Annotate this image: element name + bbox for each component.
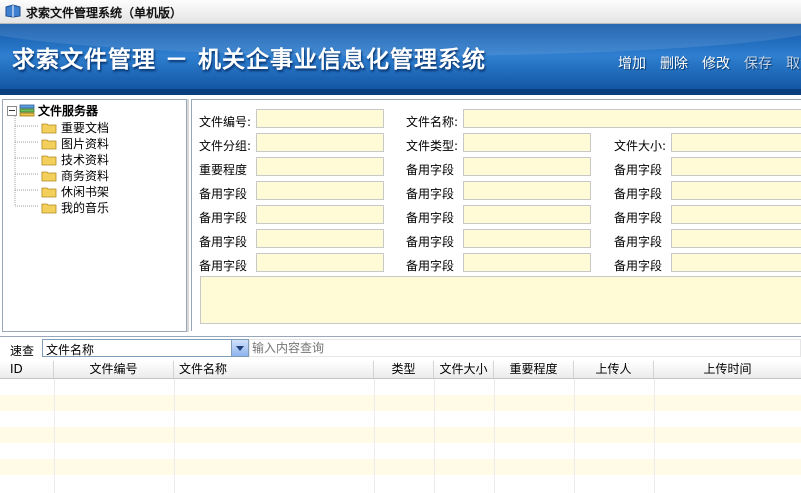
toolbar: 增加删除修改保存取消: [618, 53, 801, 73]
spare-field-label: 备用字段: [199, 235, 248, 249]
table-row[interactable]: [0, 411, 801, 427]
file-no-label: 文件编号:: [199, 115, 252, 129]
spare-field[interactable]: [256, 229, 384, 248]
spare-field[interactable]: [463, 181, 591, 200]
tree-item-tech-docs[interactable]: 技术资料: [41, 151, 109, 167]
spare-field[interactable]: [463, 229, 591, 248]
column-header-file-name[interactable]: 文件名称: [174, 361, 374, 378]
tree-item-important-docs[interactable]: 重要文档: [41, 119, 109, 135]
spare-field-label: 备用字段: [406, 211, 455, 225]
table-row[interactable]: [0, 395, 801, 411]
spare-field[interactable]: [671, 253, 801, 272]
spare-field-label: 备用字段: [406, 187, 455, 201]
tree-item-bookshelf[interactable]: 休闲书架: [41, 183, 109, 199]
file-size-field[interactable]: [671, 133, 801, 152]
spare-field-label: 备用字段: [406, 235, 455, 249]
spare-field-label: 备用字段: [406, 259, 455, 273]
spare-field-label: 备用字段: [199, 211, 248, 225]
table-row[interactable]: [0, 443, 801, 459]
search-field-select[interactable]: 文件名称: [42, 339, 249, 357]
folder-icon: [41, 123, 57, 133]
importance-label: 重要程度: [199, 163, 248, 177]
add-button[interactable]: 增加: [618, 53, 646, 73]
spare-field-label: 备用字段: [614, 235, 663, 249]
save-button[interactable]: 保存: [744, 53, 772, 73]
file-size-label: 文件大小:: [614, 139, 667, 153]
spare-field[interactable]: [256, 181, 384, 200]
table-row[interactable]: [0, 427, 801, 443]
column-header-type[interactable]: 类型: [374, 361, 434, 378]
column-header-upload-time[interactable]: 上传时间: [654, 361, 801, 378]
header-banner: 求索文件管理 － 机关企事业信息化管理系统 增加删除修改保存取消: [0, 24, 801, 95]
file-detail-form: 文件编号: 文件名称: 文件分组: 文件类型: 文件大小: 重要程度 备用字段 …: [191, 99, 801, 331]
column-header-uploader[interactable]: 上传人: [574, 361, 654, 378]
spare-field[interactable]: [256, 205, 384, 224]
delete-button[interactable]: 删除: [660, 53, 688, 73]
window-titlebar: 求索文件管理系统（单机版）: [0, 0, 801, 24]
search-field-value: 文件名称: [46, 343, 95, 357]
importance-field[interactable]: [256, 157, 384, 176]
file-type-label: 文件类型:: [406, 139, 459, 153]
spare-field-label: 备用字段: [199, 187, 248, 201]
spare-field[interactable]: [671, 229, 801, 248]
spare-field[interactable]: [671, 157, 801, 176]
tree-root-label: 文件服务器: [38, 104, 99, 118]
app-icon: [5, 4, 21, 18]
tree-item-music[interactable]: 我的音乐: [41, 199, 109, 215]
file-no-field[interactable]: [256, 109, 384, 128]
spare-field-label: 备用字段: [614, 163, 663, 177]
folder-tree: 文件服务器 重要文档 图片资料 技术资料 商务资料 休闲书架 我的音乐: [2, 99, 187, 332]
notes-textarea[interactable]: [200, 276, 801, 324]
folder-icon: [41, 171, 57, 181]
file-name-field[interactable]: [463, 109, 801, 128]
app-main-title: 求索文件管理 － 机关企事业信息化管理系统: [12, 47, 487, 73]
column-header-importance[interactable]: 重要程度: [494, 361, 574, 378]
spare-field-label: 备用字段: [406, 163, 455, 177]
folder-icon: [41, 187, 57, 197]
file-list-grid: ID 文件编号 文件名称 类型 文件大小 重要程度 上传人 上传时间: [0, 361, 801, 493]
table-row[interactable]: [0, 459, 801, 475]
search-input[interactable]: [249, 339, 801, 357]
panel-splitter[interactable]: [187, 99, 189, 332]
column-header-file-size[interactable]: 文件大小: [434, 361, 494, 378]
spare-field[interactable]: [671, 181, 801, 200]
quick-search-bar: 速查 文件名称: [0, 336, 801, 359]
table-row[interactable]: [0, 379, 801, 395]
cancel-button[interactable]: 取消: [786, 53, 801, 73]
file-group-field[interactable]: [256, 133, 384, 152]
edit-button[interactable]: 修改: [702, 53, 730, 73]
tree-item-image-docs[interactable]: 图片资料: [41, 135, 109, 151]
folder-icon: [41, 155, 57, 165]
spare-field[interactable]: [463, 205, 591, 224]
spare-field[interactable]: [463, 253, 591, 272]
chevron-down-icon[interactable]: [231, 340, 248, 356]
tree-connector-lines: [14, 116, 39, 207]
spare-field[interactable]: [671, 205, 801, 224]
file-name-label: 文件名称:: [406, 115, 459, 129]
spare-field-label: 备用字段: [614, 211, 663, 225]
window-title: 求索文件管理系统（单机版）: [26, 6, 183, 20]
tree-item-business-docs[interactable]: 商务资料: [41, 167, 109, 183]
file-type-field[interactable]: [463, 133, 591, 152]
spare-field-label: 备用字段: [199, 259, 248, 273]
spare-field[interactable]: [463, 157, 591, 176]
column-header-file-no[interactable]: 文件编号: [54, 361, 174, 378]
spare-field-label: 备用字段: [614, 187, 663, 201]
grid-header: ID 文件编号 文件名称 类型 文件大小 重要程度 上传人 上传时间: [0, 361, 801, 379]
file-group-label: 文件分组:: [199, 139, 252, 153]
collapse-icon[interactable]: [7, 105, 17, 116]
spare-field-label: 备用字段: [614, 259, 663, 273]
quick-search-label: 速查: [10, 344, 35, 358]
table-row[interactable]: [0, 475, 801, 491]
folder-icon: [41, 139, 57, 149]
column-header-id[interactable]: ID: [0, 361, 54, 378]
spare-field[interactable]: [256, 253, 384, 272]
folder-icon: [41, 203, 57, 213]
